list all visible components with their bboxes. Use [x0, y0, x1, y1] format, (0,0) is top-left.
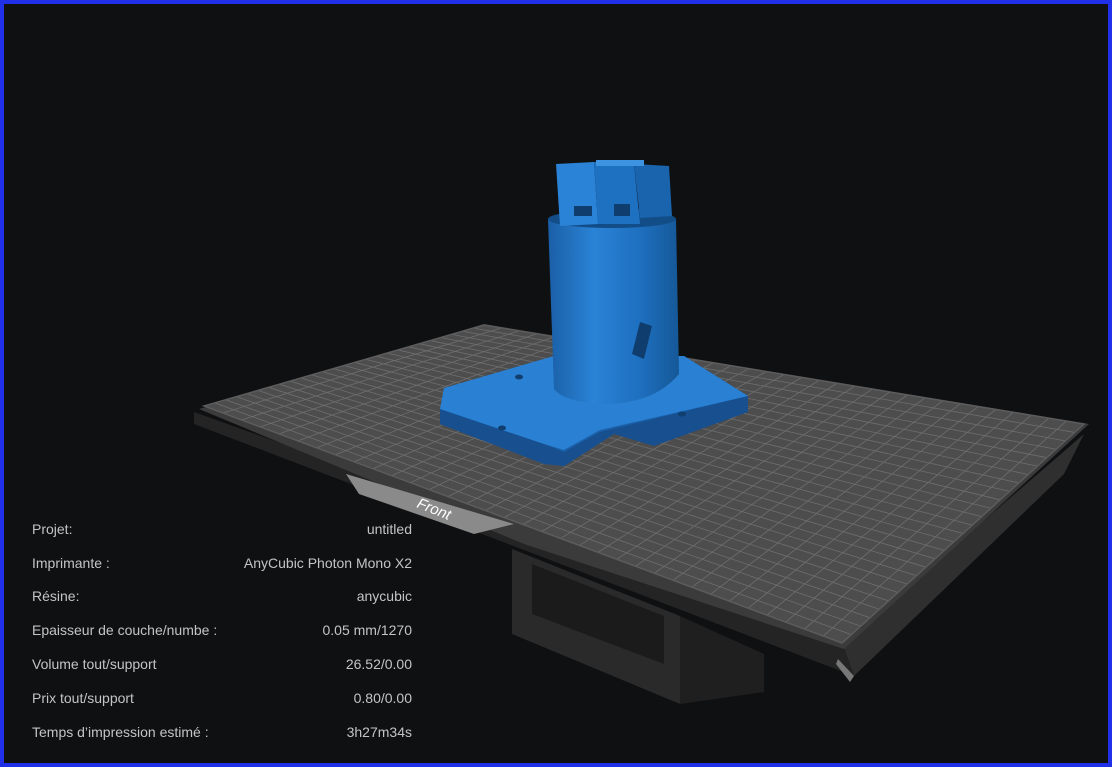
info-value: anycubic [356, 588, 412, 605]
info-label: Imprimante : [32, 554, 110, 571]
info-row-layer-thickness: Epaisseur de couche/numbe : 0.05 mm/1270 [32, 613, 412, 647]
3d-model[interactable] [440, 160, 748, 466]
info-label: Temps d’impression estimé : [32, 723, 209, 740]
app-window: Front Projet: untitled Imprimante: AnyC… [4, 4, 1108, 763]
info-label: Volume tout/support [32, 656, 157, 673]
info-row-resin: Résine: anycubic [32, 580, 412, 614]
info-value: untitled [366, 520, 412, 537]
info-value: 3h27m34s [346, 723, 412, 740]
info-row-project: Projet: untitled [32, 512, 412, 546]
info-value: AnyCubic Photon Mono X2 [243, 554, 412, 571]
info-value: 0.80/0.00 [353, 689, 412, 706]
info-row-volume: Volume tout/support 26.52/0.00 [32, 647, 412, 681]
info-label: Résine: [32, 588, 80, 605]
info-value: 26.52/0.00 [345, 656, 412, 673]
info-label: Projet: [32, 520, 73, 537]
info-row-printer: Imprimante : AnyCubic Photon Mono X2 [32, 546, 412, 580]
info-value: 0.05 mm/1270 [322, 622, 413, 639]
info-label: Prix tout/support [32, 689, 134, 706]
info-row-price: Prix tout/support 0.80/0.00 [32, 681, 412, 715]
info-label: Epaisseur de couche/numbe : [32, 622, 218, 639]
print-info-panel: Projet: untitled Imprimante : AnyCubic P… [32, 512, 412, 749]
info-row-print-time: Temps d’impression estimé : 3h27m34s [32, 715, 412, 749]
